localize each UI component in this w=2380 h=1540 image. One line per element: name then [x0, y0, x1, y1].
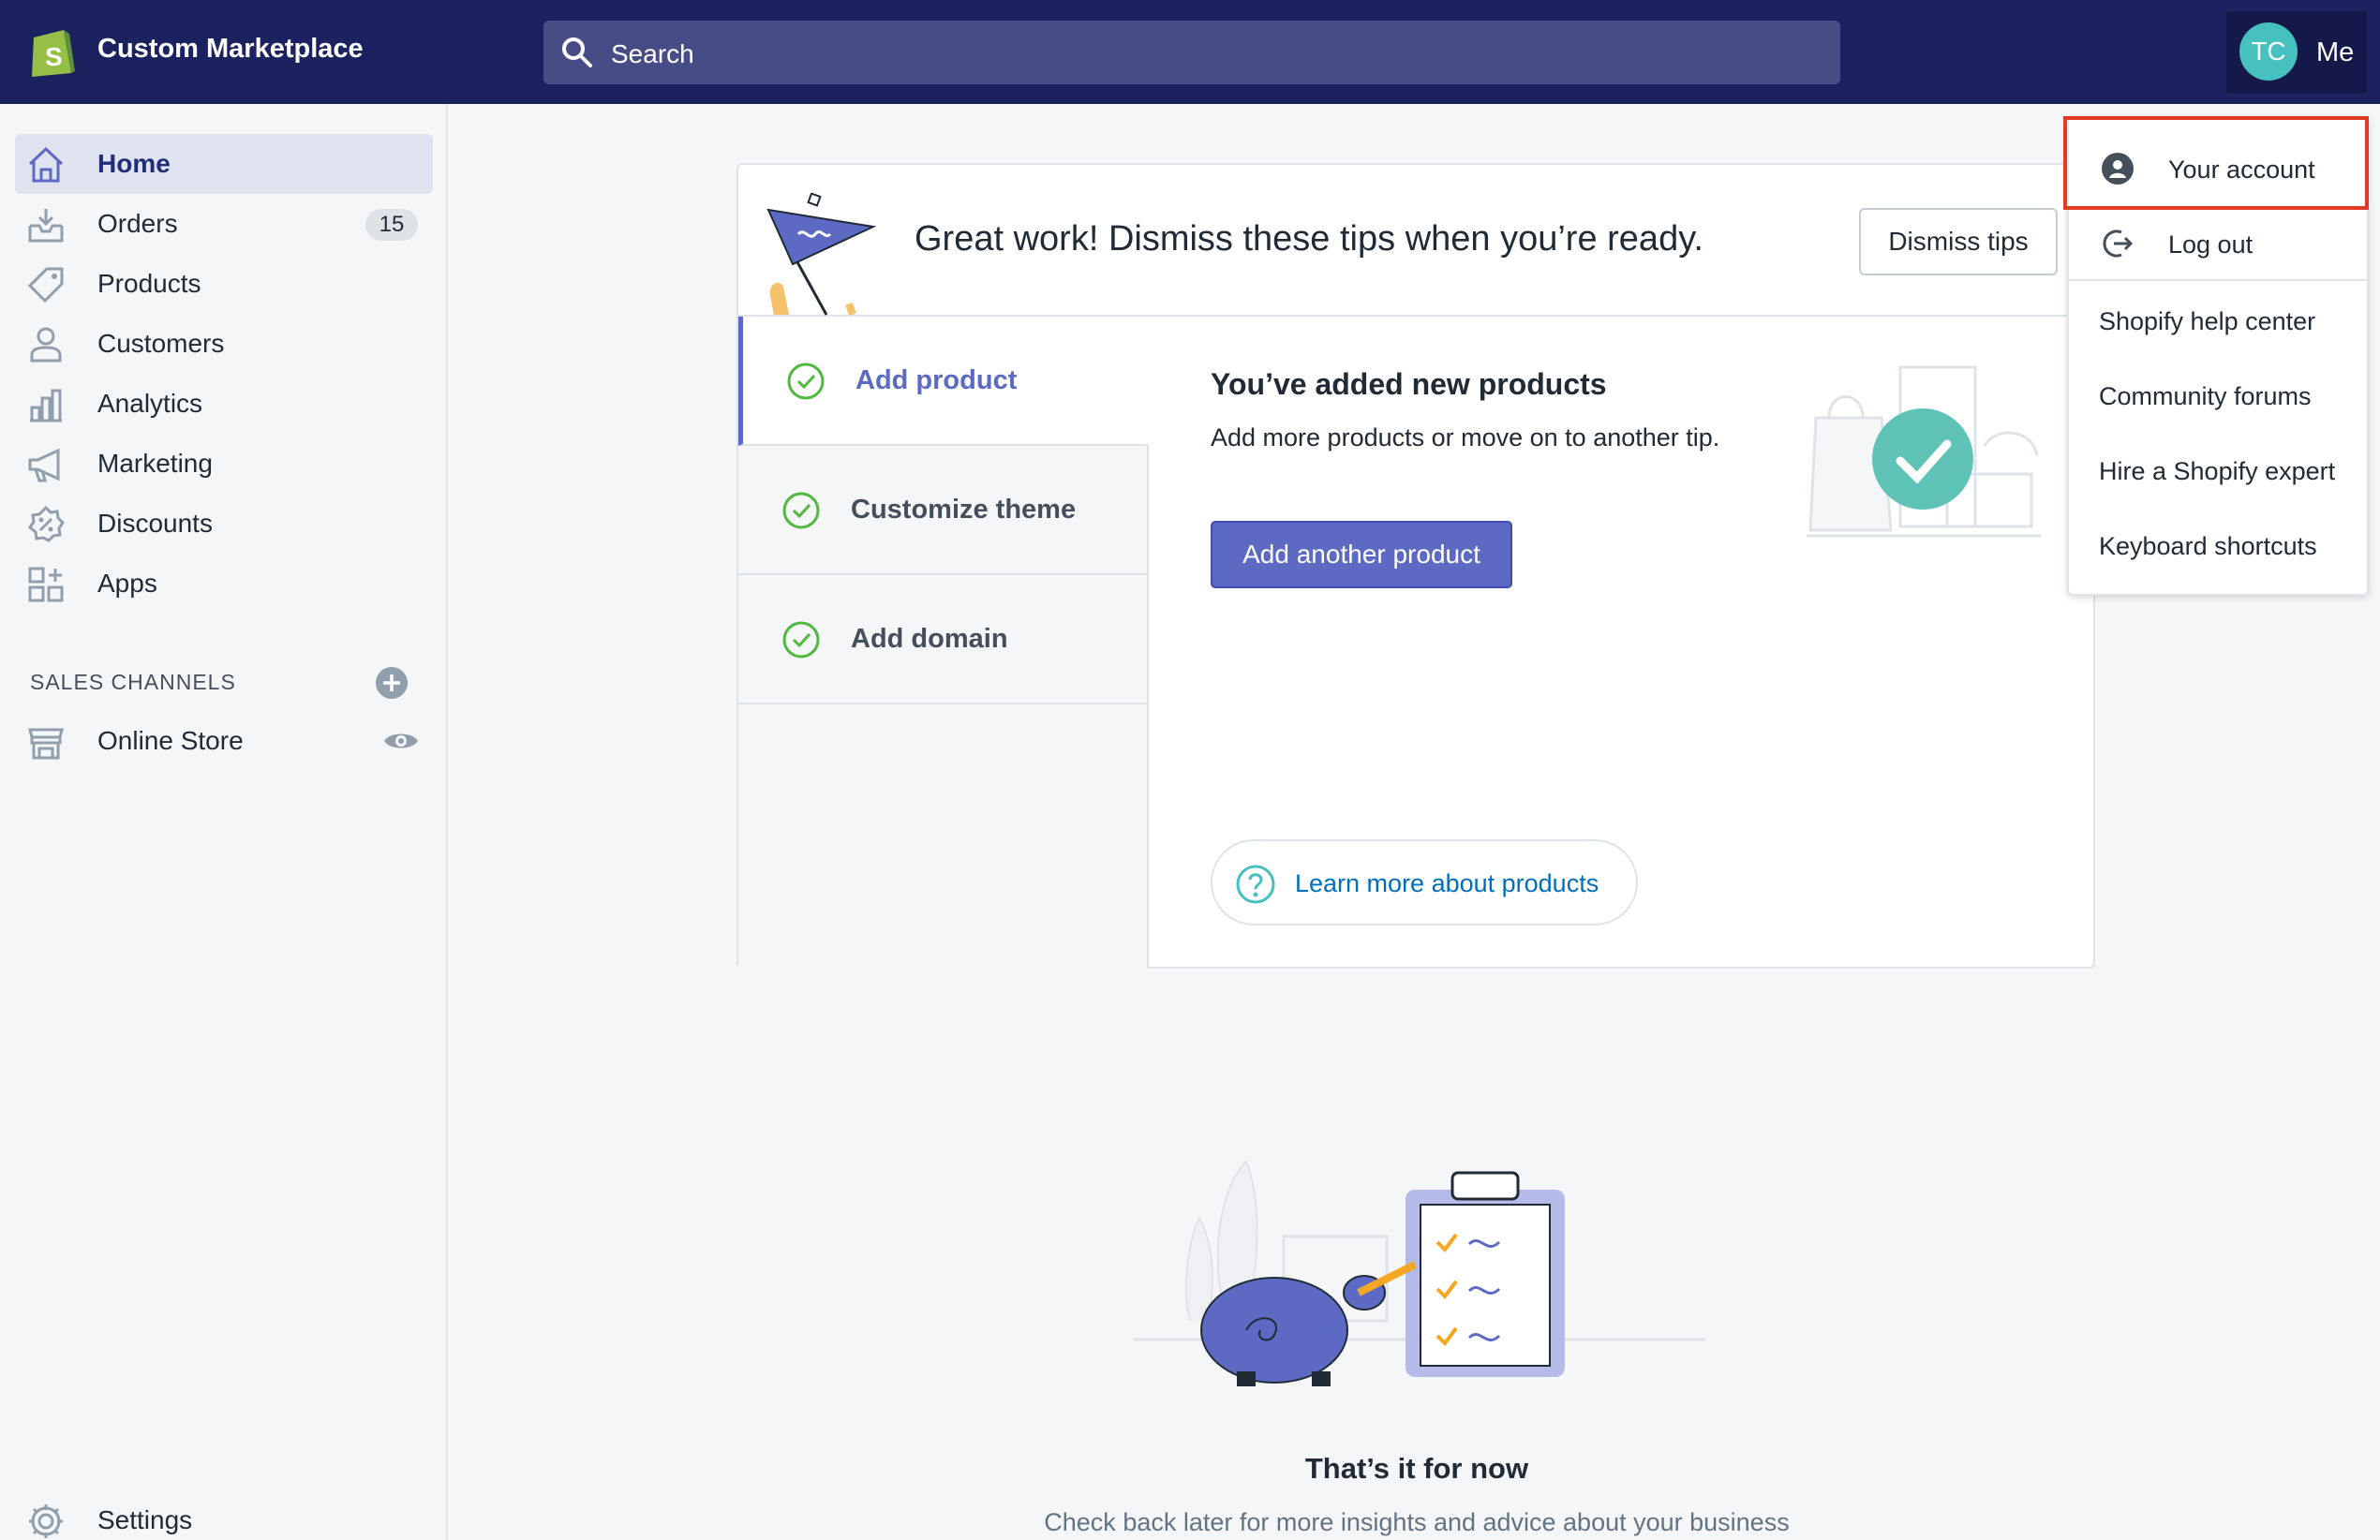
eye-icon[interactable] — [382, 726, 420, 756]
menu-item-help-center[interactable]: Shopify help center — [2069, 283, 2367, 358]
sidebar-item-label: Marketing — [97, 449, 213, 478]
orders-count-badge: 15 — [365, 209, 418, 241]
menu-item-community-forums[interactable]: Community forums — [2069, 358, 2367, 433]
check-circle-icon — [782, 621, 820, 659]
log-out-icon — [2103, 230, 2134, 258]
menu-item-label: Hire a Shopify expert — [2099, 457, 2336, 485]
store-icon — [28, 728, 64, 760]
shopify-logo-icon[interactable]: S — [28, 24, 77, 79]
setup-tips-card: Great work! Dismiss these tips when you’… — [736, 163, 2095, 969]
orders-icon — [28, 209, 64, 243]
sidebar-item-orders[interactable]: Orders 15 — [15, 194, 433, 254]
menu-item-label: Keyboard shortcuts — [2099, 532, 2317, 560]
check-circle-icon — [787, 363, 825, 400]
tips-tab-list: Add product Customize theme Add domain — [738, 317, 1149, 969]
check-circle-icon — [782, 492, 820, 529]
empty-state-subtitle: Check back later for more insights and a… — [1044, 1508, 1790, 1536]
menu-item-label: Log out — [2168, 230, 2254, 259]
tips-banner-text: Great work! Dismiss these tips when you’… — [915, 219, 1703, 259]
search-input[interactable]: Search — [543, 21, 1840, 84]
add-channel-icon[interactable] — [375, 666, 409, 700]
question-circle-icon — [1236, 865, 1275, 904]
apps-icon — [28, 567, 64, 602]
turtle-checklist-illustration — [1134, 1160, 1705, 1386]
learn-more-link[interactable]: Learn more about products — [1211, 839, 1638, 925]
sidebar-item-apps[interactable]: Apps — [15, 554, 433, 614]
discount-icon — [28, 505, 65, 542]
tips-banner: Great work! Dismiss these tips when you’… — [738, 165, 2093, 317]
sidebar-item-discounts[interactable]: Discounts — [15, 494, 433, 554]
sidebar-item-label: Analytics — [97, 389, 203, 418]
bar-chart-icon — [30, 389, 62, 422]
tab-label: Add domain — [851, 624, 1008, 654]
tab-customize-theme[interactable]: Customize theme — [738, 446, 1149, 575]
sidebar-item-customers[interactable]: Customers — [15, 314, 433, 374]
products-added-illustration — [1807, 365, 2041, 538]
sidebar-item-label: Apps — [97, 569, 157, 598]
tag-icon — [27, 267, 64, 304]
menu-item-keyboard-shortcuts[interactable]: Keyboard shortcuts — [2069, 508, 2367, 583]
search-placeholder: Search — [611, 39, 694, 68]
top-bar: S Custom Marketplace Search TC Me — [0, 0, 2380, 104]
sidebar-item-online-store[interactable]: Online Store — [15, 711, 433, 771]
menu-divider — [2069, 279, 2367, 281]
sidebar-item-label: Customers — [97, 329, 225, 358]
sidebar-item-analytics[interactable]: Analytics — [15, 374, 433, 434]
avatar: TC — [2239, 22, 2298, 81]
tip-title: You’ve added new products — [1211, 367, 1607, 401]
sidebar-item-home[interactable]: Home — [15, 134, 433, 194]
tab-label: Customize theme — [851, 495, 1077, 525]
sidebar-item-marketing[interactable]: Marketing — [15, 434, 433, 494]
menu-item-log-out[interactable]: Log out — [2069, 206, 2367, 281]
store-name[interactable]: Custom Marketplace — [97, 34, 364, 65]
add-another-product-button[interactable]: Add another product — [1211, 521, 1512, 588]
svg-text:S: S — [45, 42, 63, 71]
menu-item-hire-expert[interactable]: Hire a Shopify expert — [2069, 433, 2367, 508]
sidebar-item-label: Online Store — [97, 726, 244, 755]
empty-state-title: That’s it for now — [1304, 1452, 1529, 1485]
menu-item-label: Community forums — [2099, 382, 2312, 410]
account-menu-button[interactable]: TC Me — [2226, 11, 2367, 94]
pennant-flag-icon — [766, 193, 877, 317]
sidebar-item-label: Products — [97, 269, 201, 298]
tab-label: Add product — [855, 365, 1018, 395]
home-icon — [28, 146, 64, 183]
sidebar-item-label: Discounts — [97, 509, 213, 538]
highlight-box — [2063, 116, 2369, 210]
megaphone-icon — [28, 448, 60, 482]
tip-description: Add more products or move on to another … — [1211, 423, 1720, 452]
learn-more-text: Learn more about products — [1295, 869, 1599, 897]
sidebar: Home Orders 15 Products Customers Analyt… — [0, 104, 448, 1540]
person-icon — [30, 327, 62, 363]
tab-add-product[interactable]: Add product — [738, 317, 1149, 446]
account-label: Me — [2316, 37, 2355, 67]
dismiss-tips-button[interactable]: Dismiss tips — [1859, 208, 2058, 275]
tab-add-domain[interactable]: Add domain — [738, 575, 1149, 704]
sales-channels-heading: SALES CHANNELS — [30, 670, 236, 694]
sidebar-item-label: Home — [97, 149, 171, 178]
menu-item-label: Shopify help center — [2099, 307, 2316, 335]
sidebar-item-products[interactable]: Products — [15, 254, 433, 314]
sidebar-item-label: Orders — [97, 209, 178, 238]
search-icon — [562, 37, 592, 67]
